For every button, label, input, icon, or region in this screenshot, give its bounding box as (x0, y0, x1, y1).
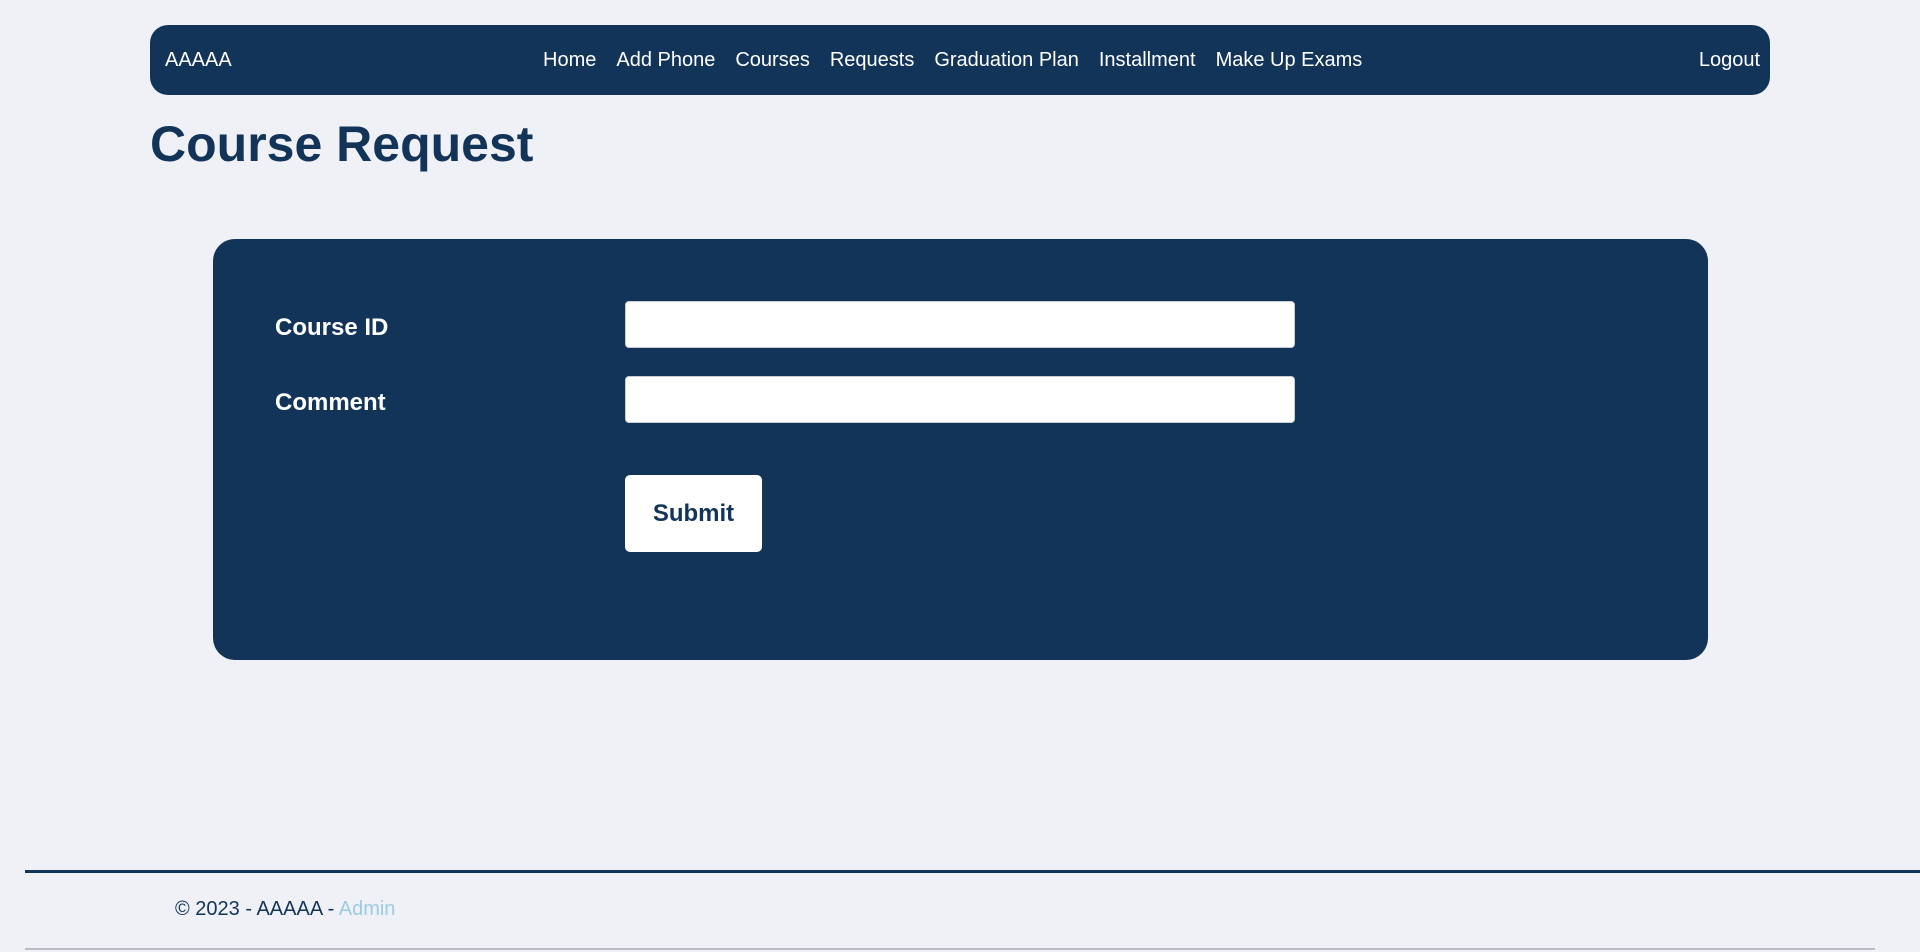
top-navbar: AAAAA Home Add Phone Courses Requests Gr… (150, 25, 1770, 95)
footer-admin-link[interactable]: Admin (339, 898, 396, 920)
logout-link[interactable]: Logout (1699, 25, 1760, 95)
nav-link-graduation-plan[interactable]: Graduation Plan (934, 49, 1079, 72)
nav-link-add-phone[interactable]: Add Phone (616, 49, 715, 72)
brand-link[interactable]: AAAAA (165, 25, 232, 95)
comment-label: Comment (275, 389, 386, 416)
comment-input[interactable] (625, 376, 1295, 423)
nav-link-courses[interactable]: Courses (735, 49, 809, 72)
course-request-form: Course ID Comment Submit (213, 239, 1708, 660)
nav-link-installment[interactable]: Installment (1099, 49, 1196, 72)
nav-link-requests[interactable]: Requests (830, 49, 915, 72)
nav-links: Home Add Phone Courses Requests Graduati… (543, 25, 1362, 95)
page-title: Course Request (150, 116, 534, 172)
page: AAAAA Home Add Phone Courses Requests Gr… (0, 0, 1920, 952)
submit-button[interactable]: Submit (625, 475, 762, 552)
course-id-label: Course ID (275, 314, 389, 341)
footer-divider (25, 870, 1920, 873)
footer-copyright: © 2023 - AAAAA - (175, 898, 339, 920)
nav-link-home[interactable]: Home (543, 49, 596, 72)
footer: © 2023 - AAAAA - Admin (175, 898, 395, 921)
nav-link-make-up-exams[interactable]: Make Up Exams (1216, 49, 1363, 72)
course-id-input[interactable] (625, 301, 1295, 348)
footer-bottom-divider (25, 948, 1875, 950)
